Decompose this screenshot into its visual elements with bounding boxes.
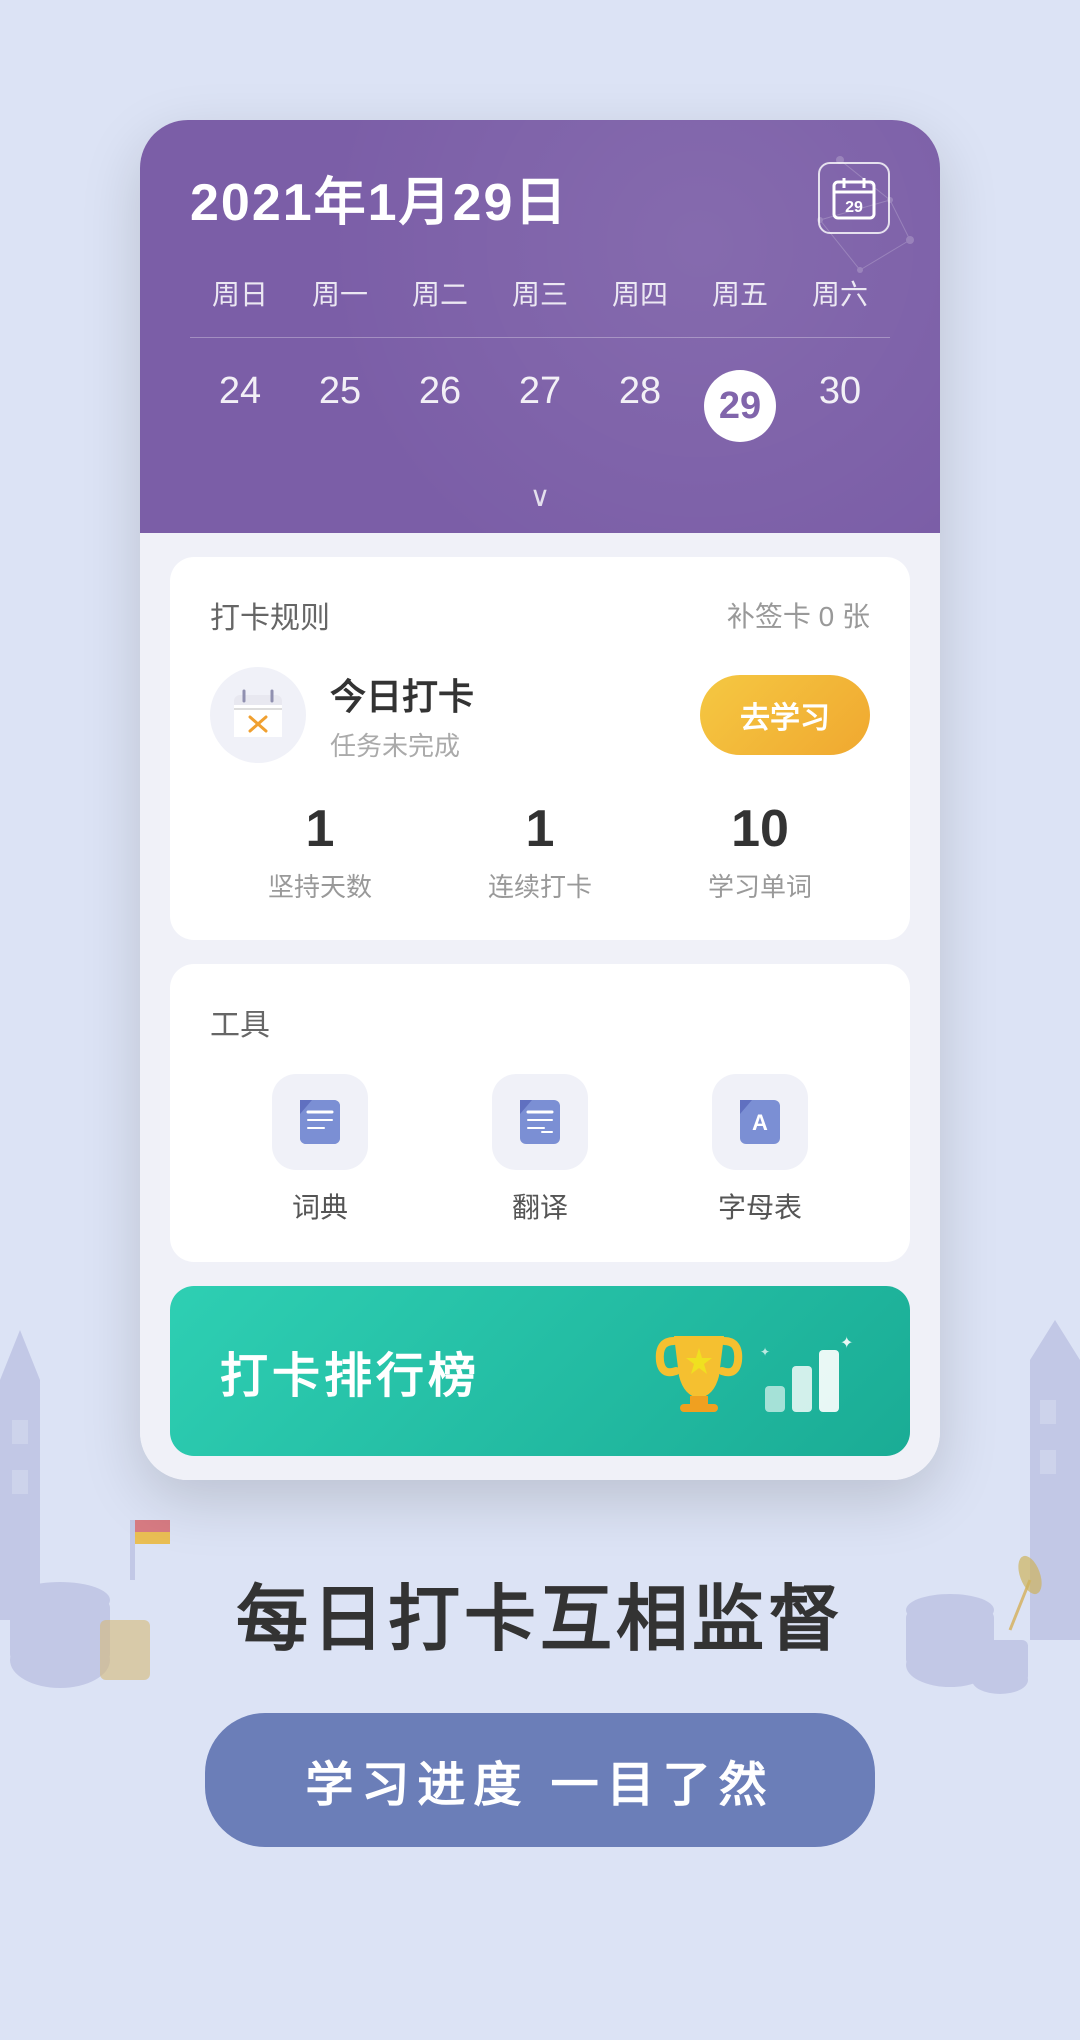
checkin-card: 打卡规则 补签卡 0 张	[170, 557, 910, 940]
headline: 每日打卡互相监督	[40, 1560, 1040, 1665]
ranking-text: 打卡排行榜	[220, 1336, 480, 1406]
go-study-button[interactable]: 去学习	[700, 675, 870, 755]
date-25[interactable]: 25	[290, 354, 390, 458]
week-label-wed: 周三	[490, 265, 590, 321]
week-label-tue: 周二	[390, 265, 490, 321]
date-26[interactable]: 26	[390, 354, 490, 458]
streak-num: 1	[430, 799, 650, 859]
words-label: 学习单词	[650, 867, 870, 904]
translate-label: 翻译	[512, 1186, 568, 1226]
chevron-down-icon[interactable]: ∨	[530, 481, 551, 512]
tools-row: 词典	[210, 1074, 870, 1226]
stat-persist-days: 1 坚持天数	[210, 799, 430, 904]
date-28[interactable]: 28	[590, 354, 690, 458]
stat-words: 10 学习单词	[650, 799, 870, 904]
phone-card: 2021年1月29日 29 周日 周一 周二 周三 周四 周五 周六 24	[140, 120, 940, 1480]
today-checkin-label: 今日打卡	[330, 668, 474, 720]
tool-translate[interactable]: 翻译	[492, 1074, 588, 1226]
translate-icon-wrap	[492, 1074, 588, 1170]
checkin-card-header: 打卡规则 补签卡 0 张	[210, 593, 870, 637]
dictionary-icon	[294, 1096, 346, 1148]
calendar-title: 2021年1月29日	[190, 160, 568, 235]
date-24[interactable]: 24	[190, 354, 290, 458]
chevron-row[interactable]: ∨	[190, 468, 890, 533]
bar-chart-icon: ✦ ✦	[760, 1336, 860, 1416]
alphabet-icon: A	[734, 1096, 786, 1148]
date-row: 24 25 26 27 28 29 30	[190, 354, 890, 468]
checkin-icon-wrap	[210, 667, 306, 763]
persist-days-label: 坚持天数	[210, 867, 430, 904]
week-label-sun: 周日	[190, 265, 290, 321]
date-29-active[interactable]: 29	[690, 354, 790, 458]
checkin-text: 今日打卡 任务未完成	[330, 668, 474, 763]
checkin-row: 今日打卡 任务未完成 去学习	[210, 667, 870, 763]
stat-streak: 1 连续打卡	[430, 799, 650, 904]
checkin-calendar-icon	[230, 687, 286, 743]
words-num: 10	[650, 799, 870, 859]
cta-button[interactable]: 学习进度 一目了然	[205, 1713, 874, 1847]
week-divider	[190, 337, 890, 338]
tools-title: 工具	[210, 1000, 870, 1044]
checkin-left: 今日打卡 任务未完成	[210, 667, 474, 763]
svg-text:A: A	[752, 1110, 768, 1135]
alphabet-label: 字母表	[718, 1186, 802, 1226]
stats-row: 1 坚持天数 1 连续打卡 10 学习单词	[210, 799, 870, 904]
ranking-banner[interactable]: 打卡排行榜	[170, 1286, 910, 1456]
checkin-card-title: 打卡规则	[210, 593, 330, 637]
translate-icon	[514, 1096, 566, 1148]
task-status-label: 任务未完成	[330, 726, 474, 763]
tool-dictionary[interactable]: 词典	[272, 1074, 368, 1226]
dictionary-label: 词典	[292, 1186, 348, 1226]
persist-days-num: 1	[210, 799, 430, 859]
svg-text:✦: ✦	[760, 1345, 770, 1359]
trophy-icon	[654, 1326, 744, 1416]
week-label-mon: 周一	[290, 265, 390, 321]
alphabet-icon-wrap: A	[712, 1074, 808, 1170]
ranking-right: ✦ ✦	[654, 1326, 860, 1416]
supplement-badge: 补签卡 0 张	[727, 595, 870, 635]
date-30[interactable]: 30	[790, 354, 890, 458]
tools-card: 工具 词典	[170, 964, 910, 1262]
streak-label: 连续打卡	[430, 867, 650, 904]
date-27[interactable]: 27	[490, 354, 590, 458]
dictionary-icon-wrap	[272, 1074, 368, 1170]
tool-alphabet[interactable]: A 字母表	[712, 1074, 808, 1226]
svg-text:✦: ✦	[840, 1336, 853, 1352]
calendar-header: 2021年1月29日 29 周日 周一 周二 周三 周四 周五 周六 24	[140, 120, 940, 533]
content-area: 打卡规则 补签卡 0 张	[140, 533, 940, 1480]
